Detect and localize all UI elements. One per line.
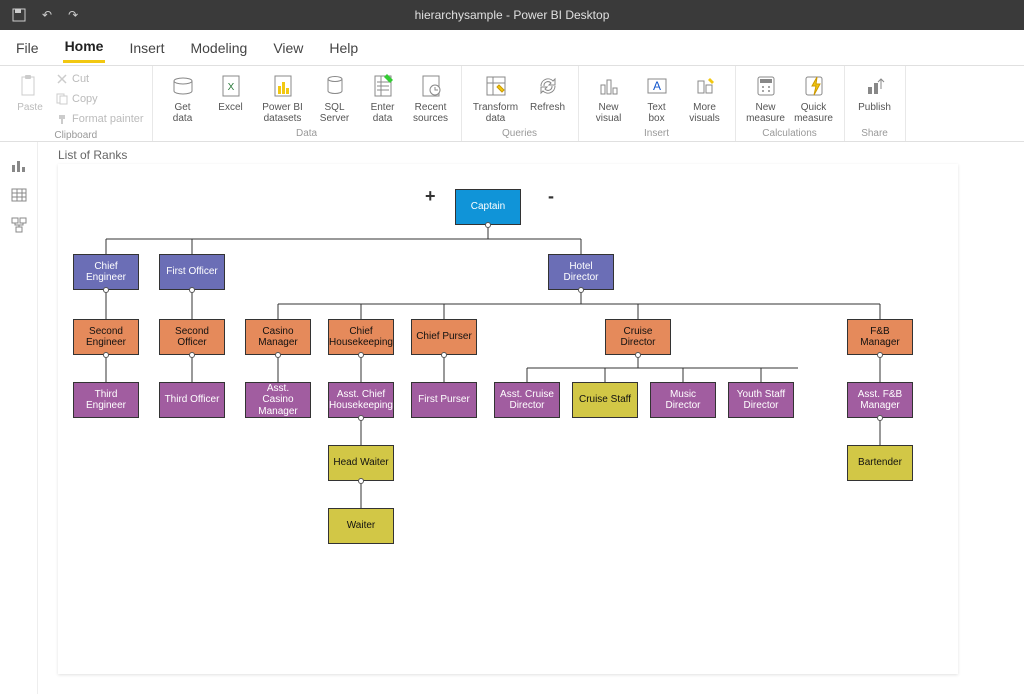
ribbon-group-data: Get data XExcel Power BI datasets SQL Se… — [153, 66, 462, 141]
ribbon-group-insert: New visual AText box More visuals Insert — [579, 66, 736, 141]
ribbon: Paste Cut Copy Format painter Clipboard … — [0, 66, 1024, 142]
redo-icon[interactable]: ↷ — [64, 6, 82, 24]
node-head-waiter[interactable]: Head Waiter — [328, 445, 394, 481]
menu-file[interactable]: File — [14, 34, 41, 62]
node-third-engineer[interactable]: Third Engineer — [73, 382, 139, 418]
title-bar: ↶ ↷ hierarchysample - Power BI Desktop — [0, 0, 1024, 30]
enter-data-button[interactable]: Enter data — [359, 68, 407, 128]
quick-measure-button[interactable]: Quick measure — [790, 68, 838, 128]
node-bartender[interactable]: Bartender — [847, 445, 913, 481]
ribbon-group-clipboard: Paste Cut Copy Format painter Clipboard — [0, 66, 153, 141]
node-second-engineer[interactable]: Second Engineer — [73, 319, 139, 355]
data-view-icon[interactable] — [10, 186, 28, 204]
powerbi-datasets-button[interactable]: Power BI datasets — [255, 68, 311, 128]
menu-help[interactable]: Help — [327, 34, 360, 62]
model-view-icon[interactable] — [10, 216, 28, 234]
publish-button[interactable]: Publish — [851, 68, 899, 128]
sql-server-button[interactable]: SQL Server — [311, 68, 359, 128]
node-hotel-director[interactable]: Hotel Director — [548, 254, 614, 290]
text-box-button[interactable]: AText box — [633, 68, 681, 128]
recent-sources-button[interactable]: Recent sources — [407, 68, 455, 128]
node-cruise-director[interactable]: Cruise Director — [605, 319, 671, 355]
ribbon-group-calculations: New measure Quick measure Calculations — [736, 66, 845, 141]
node-second-officer[interactable]: Second Officer — [159, 319, 225, 355]
svg-text:X: X — [227, 82, 234, 93]
node-first-purser[interactable]: First Purser — [411, 382, 477, 418]
menu-view[interactable]: View — [271, 34, 305, 62]
node-music-director[interactable]: Music Director — [650, 382, 716, 418]
new-measure-button[interactable]: New measure — [742, 68, 790, 128]
ribbon-group-share: Publish Share — [845, 66, 906, 141]
node-casino-manager[interactable]: Casino Manager — [245, 319, 311, 355]
node-chief-purser[interactable]: Chief Purser — [411, 319, 477, 355]
node-asst-fb[interactable]: Asst. F&B Manager — [847, 382, 913, 418]
copy-button: Copy — [56, 90, 144, 108]
excel-button[interactable]: XExcel — [207, 68, 255, 128]
ribbon-group-queries: Transform data Refresh Queries — [462, 66, 579, 141]
svg-text:A: A — [653, 79, 661, 93]
node-asst-chief-hk[interactable]: Asst. Chief Housekeeping — [328, 382, 394, 418]
new-visual-button[interactable]: New visual — [585, 68, 633, 128]
node-asst-cruise[interactable]: Asst. Cruise Director — [494, 382, 560, 418]
transform-data-button[interactable]: Transform data — [468, 68, 524, 128]
expand-button[interactable]: + — [425, 186, 436, 207]
visual-title: List of Ranks — [58, 148, 984, 162]
get-data-button[interactable]: Get data — [159, 68, 207, 128]
menu-modeling[interactable]: Modeling — [188, 34, 249, 62]
cut-button: Cut — [56, 70, 144, 88]
node-chief-housekeeping[interactable]: Chief Housekeeping — [328, 319, 394, 355]
node-cruise-staff[interactable]: Cruise Staff — [572, 382, 638, 418]
window-title: hierarchysample - Power BI Desktop — [415, 8, 610, 22]
paste-button[interactable]: Paste — [6, 68, 54, 130]
view-switcher — [0, 142, 38, 694]
save-icon[interactable] — [8, 6, 30, 24]
more-visuals-button[interactable]: More visuals — [681, 68, 729, 128]
format-painter-button: Format painter — [56, 110, 144, 128]
report-canvas[interactable]: + - Captain Chief Engineer First Officer… — [58, 164, 958, 674]
node-asst-casino[interactable]: Asst. Casino Manager — [245, 382, 311, 418]
node-third-officer[interactable]: Third Officer — [159, 382, 225, 418]
node-waiter[interactable]: Waiter — [328, 508, 394, 544]
node-youth-staff[interactable]: Youth Staff Director — [728, 382, 794, 418]
menubar: File Home Insert Modeling View Help — [0, 30, 1024, 66]
node-captain[interactable]: Captain — [455, 189, 521, 225]
node-first-officer[interactable]: First Officer — [159, 254, 225, 290]
collapse-button[interactable]: - — [548, 186, 554, 207]
report-view-icon[interactable] — [10, 156, 28, 174]
node-chief-engineer[interactable]: Chief Engineer — [73, 254, 139, 290]
undo-icon[interactable]: ↶ — [38, 6, 56, 24]
node-fb-manager[interactable]: F&B Manager — [847, 319, 913, 355]
refresh-button[interactable]: Refresh — [524, 68, 572, 128]
menu-insert[interactable]: Insert — [127, 34, 166, 62]
menu-home[interactable]: Home — [63, 32, 106, 63]
